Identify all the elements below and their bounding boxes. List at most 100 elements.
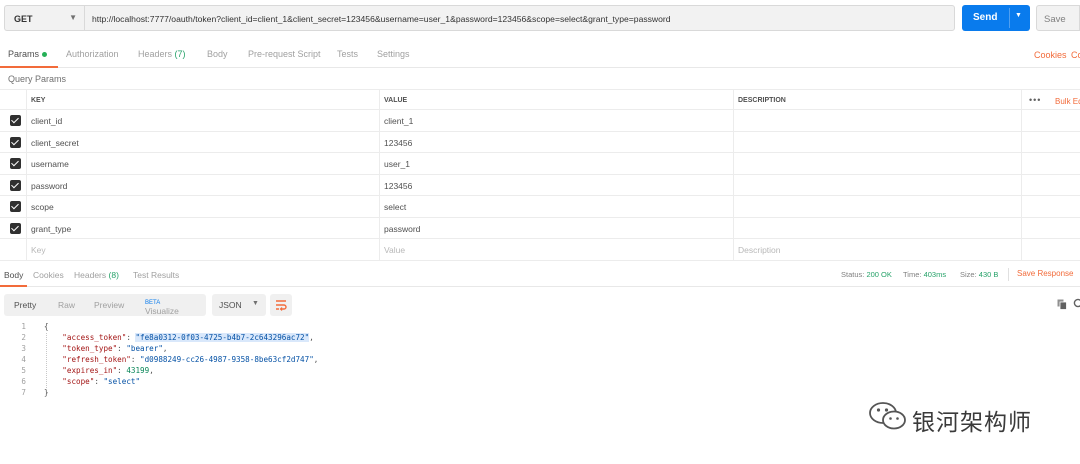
- param-extra-cell: [1021, 217, 1080, 238]
- request-bar: GET ▼ http://localhost:7777/oauth/token?…: [0, 0, 1080, 37]
- param-value-cell[interactable]: user_1: [379, 153, 733, 174]
- format-dropdown[interactable]: JSON ▼: [212, 294, 266, 316]
- tab-body[interactable]: Body: [207, 49, 228, 59]
- param-checkbox[interactable]: [10, 179, 21, 191]
- param-description-cell[interactable]: [733, 217, 1021, 238]
- new-value-placeholder: Value: [384, 245, 406, 255]
- param-value: select: [384, 202, 407, 212]
- code-link[interactable]: Co: [1071, 50, 1080, 60]
- tab-params[interactable]: Params: [8, 49, 48, 59]
- param-checkbox[interactable]: [10, 222, 21, 234]
- key-column-header: KEY: [26, 90, 378, 109]
- param-key-cell[interactable]: client_secret: [26, 131, 378, 152]
- param-key-cell[interactable]: password: [26, 174, 378, 195]
- send-button[interactable]: Send ▼: [962, 5, 1030, 31]
- size-readout: Size: 430 B: [960, 270, 998, 279]
- copy-icon[interactable]: [1057, 299, 1067, 310]
- code-text: "token_type": "bearer",: [62, 344, 168, 353]
- preview-button[interactable]: Preview: [94, 300, 124, 310]
- param-value: 123456: [384, 137, 413, 148]
- param-value-cell[interactable]: client_1: [379, 110, 733, 131]
- json-key: "access_token": [62, 333, 127, 342]
- send-divider: [1009, 8, 1010, 28]
- status-divider: [1008, 268, 1009, 281]
- code-text: "scope": "select": [62, 377, 141, 386]
- param-extra-cell: [1021, 131, 1080, 152]
- view-mode-selector: Pretty Raw Preview Visualize BETA: [4, 294, 206, 316]
- save-button[interactable]: Save: [1036, 5, 1080, 31]
- tab-settings[interactable]: Settings: [377, 49, 410, 59]
- tab-authorization[interactable]: Authorization: [66, 49, 119, 59]
- param-checkbox[interactable]: [10, 115, 21, 126]
- method-select[interactable]: GET ▼: [4, 5, 84, 31]
- bulk-edit-link[interactable]: Bulk Ed: [1055, 97, 1080, 106]
- save-response-button[interactable]: Save Response: [1017, 269, 1073, 278]
- status-value: 200 OK: [866, 270, 892, 279]
- param-value: client_1: [384, 116, 414, 126]
- response-tab-body[interactable]: Body: [4, 270, 23, 280]
- cookies-link[interactable]: Cookies: [1034, 50, 1067, 60]
- param-value-cell[interactable]: select: [379, 196, 733, 217]
- line-number: 3: [21, 344, 26, 353]
- send-options-chevron-icon[interactable]: ▼: [1015, 12, 1022, 19]
- param-key-cell[interactable]: username: [26, 153, 378, 174]
- param-checkbox[interactable]: [10, 158, 21, 169]
- param-description-cell[interactable]: [733, 131, 1021, 152]
- tab-prerequest-script[interactable]: Pre-request Script: [248, 49, 321, 59]
- response-tabs: Body Cookies Headers (8) Test Results St…: [0, 263, 1080, 287]
- param-checkbox[interactable]: [10, 136, 21, 148]
- param-description-cell[interactable]: [733, 153, 1021, 174]
- line-number: 2: [21, 333, 26, 342]
- method-label: GET: [14, 14, 33, 24]
- param-description-cell[interactable]: [733, 110, 1021, 131]
- param-description-cell[interactable]: [733, 196, 1021, 217]
- pretty-button[interactable]: Pretty: [14, 300, 36, 310]
- param-key-cell[interactable]: grant_type: [26, 217, 378, 238]
- chevron-down-icon: ▼: [252, 300, 259, 307]
- param-row: client_secret 123456: [0, 131, 1080, 153]
- status-label: Status:: [841, 270, 865, 279]
- param-key: client_secret: [31, 137, 79, 148]
- visualize-button[interactable]: Visualize BETA: [145, 300, 179, 316]
- param-description-cell[interactable]: [733, 174, 1021, 195]
- param-row: password 123456: [0, 174, 1080, 196]
- code-text: "refresh_token": "d0988249-cc26-4987-935…: [62, 355, 319, 364]
- request-tabs: Params Authorization Headers (7) Body Pr…: [0, 43, 1080, 68]
- query-params-title: Query Params: [8, 74, 67, 84]
- wechat-logo-icon: [869, 402, 906, 430]
- raw-button[interactable]: Raw: [58, 300, 75, 310]
- json-key: "refresh_token": [62, 355, 131, 364]
- param-key-cell[interactable]: client_id: [26, 110, 378, 131]
- param-value-cell[interactable]: 123456: [379, 131, 733, 152]
- params-header-row: KEY VALUE DESCRIPTION ••• Bulk Ed: [0, 89, 1080, 110]
- param-extra-cell: [1021, 153, 1080, 174]
- json-string-value: "d0988249-cc26-4987-9358-8be63cf2d747": [140, 355, 314, 364]
- param-key: scope: [31, 202, 54, 212]
- line-number: 6: [21, 377, 26, 386]
- param-key-cell[interactable]: scope: [26, 196, 378, 217]
- param-checkbox[interactable]: [10, 201, 21, 212]
- tab-headers[interactable]: Headers (7): [138, 49, 186, 59]
- json-string-value: "select": [103, 377, 141, 386]
- code-text: "expires_in": 43199,: [62, 366, 154, 375]
- param-value-cell[interactable]: 123456: [379, 174, 733, 195]
- response-tab-test-results[interactable]: Test Results: [133, 270, 179, 280]
- param-extra-cell: [1021, 174, 1080, 195]
- param-value: password: [384, 223, 421, 234]
- new-description-input[interactable]: Description: [733, 239, 1021, 260]
- response-tab-headers[interactable]: Headers (8): [74, 270, 119, 280]
- json-key: "token_type": [62, 344, 118, 353]
- search-icon[interactable]: [1073, 298, 1080, 309]
- new-key-input[interactable]: Key: [26, 239, 378, 260]
- response-tab-cookies[interactable]: Cookies: [33, 270, 64, 280]
- tab-headers-label: Headers: [138, 49, 173, 59]
- new-value-input[interactable]: Value: [379, 239, 733, 260]
- url-input[interactable]: http://localhost:7777/oauth/token?client…: [84, 5, 955, 31]
- value-column-header: VALUE: [379, 90, 733, 109]
- wrap-lines-button[interactable]: [270, 294, 292, 316]
- tab-headers-count: (7): [174, 49, 186, 59]
- tab-tests[interactable]: Tests: [337, 49, 358, 59]
- more-options-icon[interactable]: •••: [1029, 95, 1041, 105]
- code-text: "access_token": "fe8a0312-0f03-4725-b4b7…: [62, 333, 314, 342]
- param-value-cell[interactable]: password: [379, 217, 733, 238]
